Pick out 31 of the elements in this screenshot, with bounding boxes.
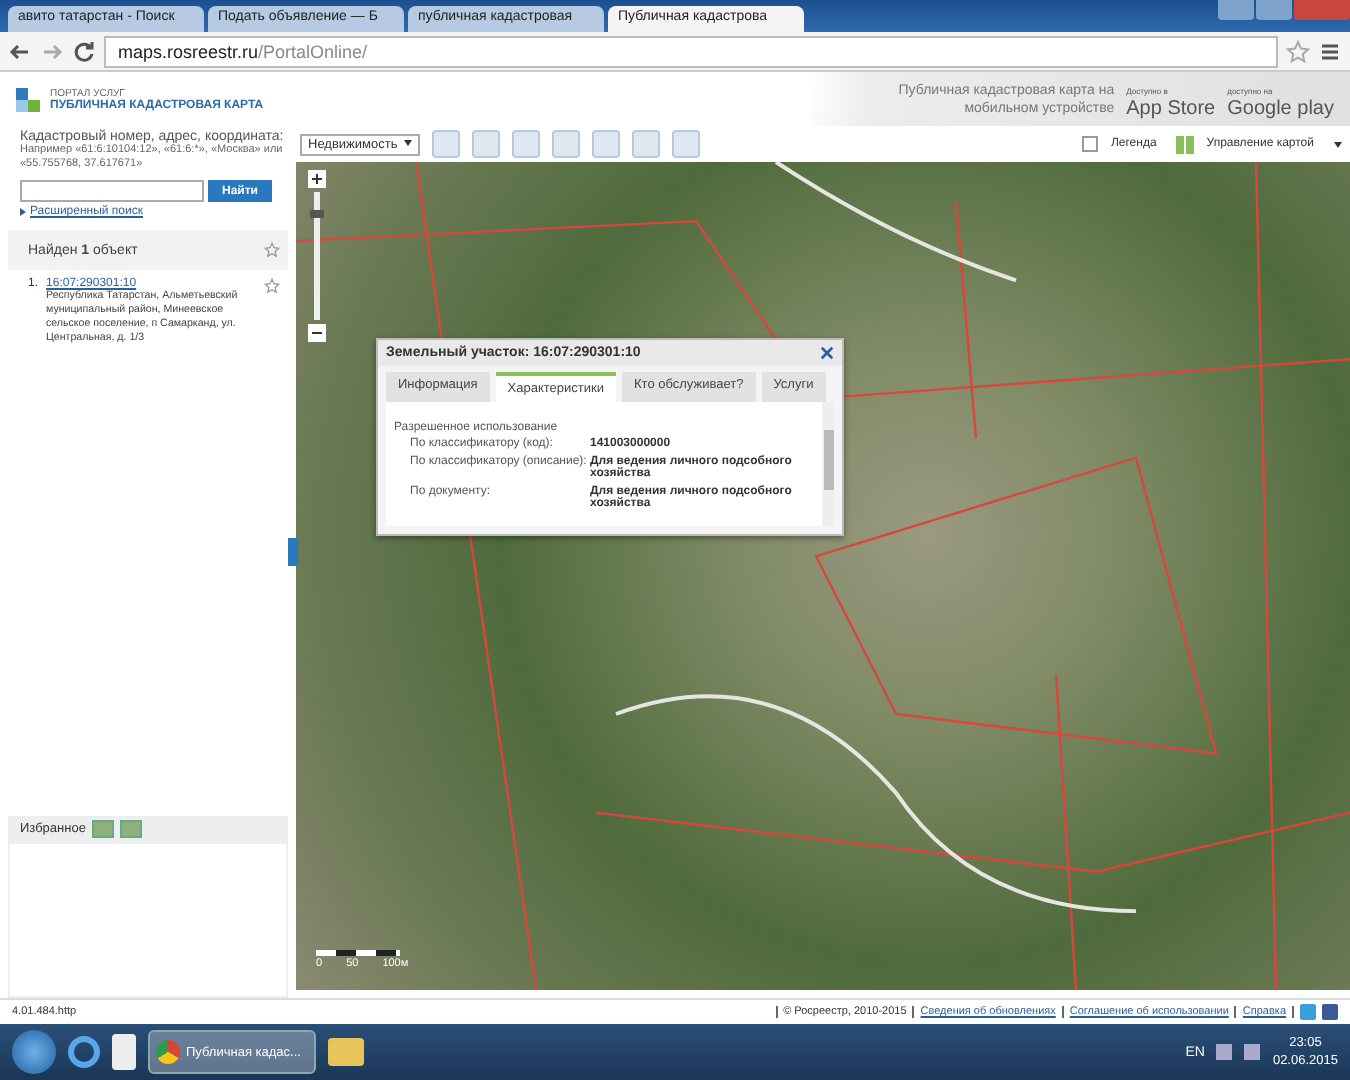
close-icon[interactable]	[820, 346, 834, 360]
toolbar-tool-icon[interactable]	[431, 130, 460, 158]
triangle-icon	[20, 208, 26, 216]
scrollbar[interactable]	[822, 402, 834, 526]
scale-bar-icon	[316, 950, 400, 956]
toolbar-tool-icon[interactable]	[631, 130, 660, 158]
toolbar-tool-icon[interactable]	[471, 130, 500, 158]
zoom-slider-thumb[interactable]	[310, 209, 324, 218]
forward-icon[interactable]	[40, 39, 64, 63]
logo-icon	[12, 83, 44, 115]
legend-checkbox[interactable]	[1082, 136, 1099, 152]
toolbar-tool-icon[interactable]	[511, 130, 540, 158]
grid-icon	[1176, 135, 1195, 153]
card-icon[interactable]	[112, 1034, 136, 1070]
twitter-icon[interactable]	[1300, 1004, 1316, 1020]
zoom-slider[interactable]	[314, 192, 320, 320]
star-icon[interactable]	[1286, 39, 1310, 63]
back-icon[interactable]	[8, 39, 32, 63]
toolbar-tool-icon[interactable]	[551, 130, 580, 158]
caret-icon[interactable]	[1334, 141, 1342, 147]
start-button[interactable]	[12, 1030, 56, 1074]
star-icon[interactable]	[264, 278, 280, 294]
chrome-icon	[156, 1040, 180, 1064]
menu-icon[interactable]	[1318, 39, 1342, 63]
zoom-in-button[interactable]	[308, 170, 326, 188]
search-field[interactable]	[20, 180, 204, 202]
address-bar[interactable]: maps.rosreestr.ru/PortalOnline/	[104, 35, 1278, 67]
reload-icon[interactable]	[72, 39, 96, 63]
toolbar-tool-icon[interactable]	[591, 130, 620, 158]
star-icon[interactable]	[264, 242, 280, 258]
facebook-icon[interactable]	[1322, 1004, 1338, 1020]
